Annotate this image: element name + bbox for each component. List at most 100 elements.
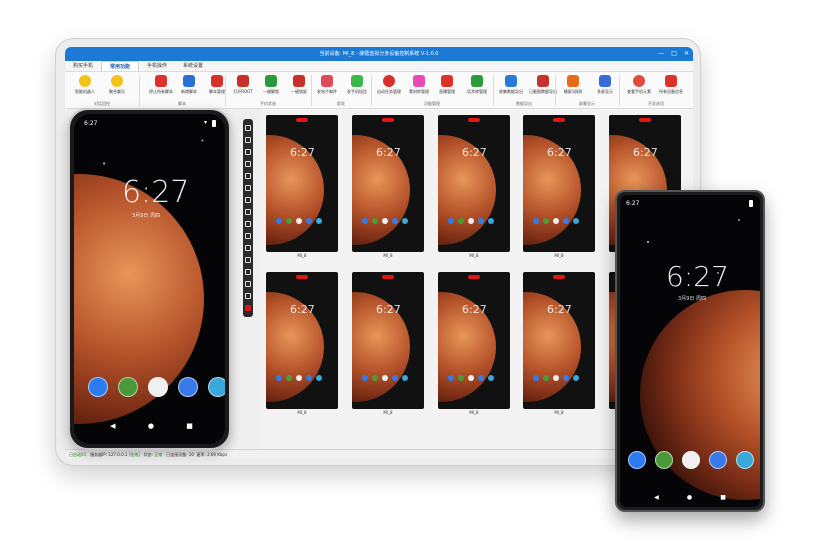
sidebar-action-icon[interactable] — [245, 185, 251, 191]
sidebar-action-icon[interactable] — [245, 281, 251, 287]
ribbon-button-label: 脚本管理 — [209, 89, 225, 94]
app-icon[interactable] — [628, 451, 646, 469]
sidebar-action-icon[interactable] — [245, 221, 251, 227]
standalone-phone-screen[interactable]: 6:27 6:27 3月9日 周四 ◀ ● ■ — [620, 195, 760, 507]
app-icon[interactable] — [148, 377, 168, 397]
app-icon[interactable] — [709, 451, 727, 469]
ribbon-button-13[interactable]: 话术库管理 — [463, 75, 491, 100]
device-cell[interactable]: 6:27 MI_8 — [438, 115, 510, 260]
ribbon-button-14[interactable]: 收集数据导出 — [497, 75, 525, 100]
menu-item-3[interactable]: 系统设置 — [175, 61, 211, 71]
sidebar-action-icon[interactable] — [245, 305, 251, 311]
speech-icon — [471, 75, 483, 87]
device-status-badge — [553, 118, 565, 122]
ribbon-button-7[interactable]: 一键锁屏 — [285, 75, 313, 100]
home-icon[interactable]: ● — [148, 422, 154, 430]
menu-item-1[interactable]: 常用功能 — [101, 61, 140, 71]
ribbon-button-label: 所有设备信息 — [659, 89, 683, 94]
ribbon-button-10[interactable]: 自动任务管理 — [375, 75, 403, 100]
ribbon-button-15[interactable]: 已截图数据导出 — [529, 75, 557, 100]
device-cell[interactable]: 6:27 MI_8 — [266, 115, 338, 260]
app-icon[interactable] — [178, 377, 198, 397]
sidebar-action-icon[interactable] — [245, 161, 251, 167]
device-cell[interactable]: 6:27 MI_8 — [266, 272, 338, 417]
ribbon-button-18[interactable]: 查看手机元素 — [625, 75, 653, 100]
app-icon[interactable] — [655, 451, 673, 469]
device-lock-time: 6:27 — [376, 146, 401, 159]
back-icon-right[interactable]: ◀ — [654, 494, 659, 501]
sidebar-action-icon[interactable] — [245, 197, 251, 203]
device-screen-thumb[interactable]: 6:27 — [352, 115, 424, 252]
app-icon[interactable] — [736, 451, 754, 469]
recents-icon-right[interactable]: ■ — [720, 494, 726, 501]
close-icon[interactable]: ✕ — [684, 47, 689, 61]
app-icon[interactable] — [208, 377, 225, 397]
recents-icon[interactable]: ■ — [186, 422, 193, 430]
window-title: 当前设备: MI_8 - 薛霆虚拟分身设备控制系统 V-1.0.0 — [319, 51, 439, 57]
sidebar-action-icon[interactable] — [245, 245, 251, 251]
ribbon-button-0[interactable]: 智能机器人 — [71, 75, 99, 100]
ribbon-button-4[interactable]: 脚本管理 — [203, 75, 231, 100]
sidebar-action-icon[interactable] — [245, 173, 251, 179]
ribbon-button-2[interactable]: 停止所有脚本 — [147, 75, 175, 100]
device-lock-time: 6:27 — [462, 303, 487, 316]
sidebar-action-icon[interactable] — [245, 125, 251, 131]
device-screen-thumb[interactable]: 6:27 — [523, 115, 595, 252]
ribbon-button-17[interactable]: 多屏显示 — [591, 75, 619, 100]
sidebar-action-icon[interactable] — [245, 137, 251, 143]
device-screen-thumb[interactable]: 6:27 — [266, 272, 338, 409]
main-phone-mirror[interactable]: 6:27 ▾ 6:27 3月9日 周四 ◀ ● ■ — [68, 108, 231, 450]
app-icon — [478, 375, 484, 381]
ribbon-button-12[interactable]: 直播管理 — [433, 75, 461, 100]
device-cell[interactable]: 6:27 MI_8 — [523, 272, 595, 417]
back-icon[interactable]: ◀ — [110, 422, 115, 430]
device-screen-thumb[interactable]: 6:27 — [266, 115, 338, 252]
ribbon-button-6[interactable]: 一键解锁 — [257, 75, 285, 100]
device-status-badge — [468, 118, 480, 122]
device-screen-thumb[interactable]: 6:27 — [438, 272, 510, 409]
device-label: MI_8 — [297, 253, 307, 258]
ribbon-separator — [139, 75, 140, 106]
device-dock — [533, 375, 587, 381]
device-cell[interactable]: 6:27 MI_8 — [352, 272, 424, 417]
sidebar-action-icon[interactable] — [245, 233, 251, 239]
device-lock-time: 6:27 — [290, 146, 315, 159]
server-status: [在线] — [128, 452, 140, 457]
ribbon-button-16[interactable]: 横屏1屏屏 — [559, 75, 587, 100]
app-icon[interactable] — [118, 377, 138, 397]
ribbon-toolbar: 智能机器人 聚合聊天 停止所有脚本 新增脚本 脚本管理 打开ROOT 一键解锁 一键锁屏 发电子… — [65, 72, 693, 109]
app-icon[interactable] — [88, 377, 108, 397]
menu-item-2[interactable]: 手机操作 — [139, 61, 175, 71]
maximize-icon[interactable]: □ — [671, 47, 677, 61]
main-phone-screen[interactable]: 6:27 ▾ 6:27 3月9日 周四 ◀ ● ■ — [74, 114, 225, 444]
ribbon-button-8[interactable]: 发电子邮件 — [313, 75, 341, 100]
sidebar-action-icon[interactable] — [245, 209, 251, 215]
ribbon-button-3[interactable]: 新增脚本 — [175, 75, 203, 100]
ribbon-button-9[interactable]: 发手机短信 — [343, 75, 371, 100]
device-screen-thumb[interactable]: 6:27 — [438, 115, 510, 252]
app-icon — [458, 218, 464, 224]
app-icon — [573, 375, 579, 381]
app-icon — [362, 218, 368, 224]
menu-item-0[interactable]: 购买手机 — [65, 61, 101, 71]
ribbon-button-label: 停止所有脚本 — [149, 89, 173, 94]
sidebar-action-icon[interactable] — [245, 293, 251, 299]
device-cell[interactable]: 6:27 MI_8 — [523, 115, 595, 260]
ribbon-button-5[interactable]: 打开ROOT — [229, 75, 257, 100]
device-dock — [362, 218, 416, 224]
sidebar-action-icon[interactable] — [245, 149, 251, 155]
device-screen-thumb[interactable]: 6:27 — [523, 272, 595, 409]
sidebar-action-icon[interactable] — [245, 257, 251, 263]
ribbon-button-1[interactable]: 聚合聊天 — [103, 75, 131, 100]
app-icon[interactable] — [682, 451, 700, 469]
device-cell[interactable]: 6:27 MI_8 — [352, 115, 424, 260]
ribbon-button-19[interactable]: 所有设备信息 — [657, 75, 685, 100]
home-icon-right[interactable]: ● — [687, 494, 692, 501]
device-dock — [448, 375, 502, 381]
device-cell[interactable]: 6:27 MI_8 — [438, 272, 510, 417]
standalone-phone[interactable]: 6:27 6:27 3月9日 周四 ◀ ● ■ — [615, 190, 765, 512]
minimize-icon[interactable]: — — [658, 47, 664, 61]
sidebar-action-icon[interactable] — [245, 269, 251, 275]
device-screen-thumb[interactable]: 6:27 — [352, 272, 424, 409]
ribbon-button-11[interactable]: 素材库管理 — [405, 75, 433, 100]
